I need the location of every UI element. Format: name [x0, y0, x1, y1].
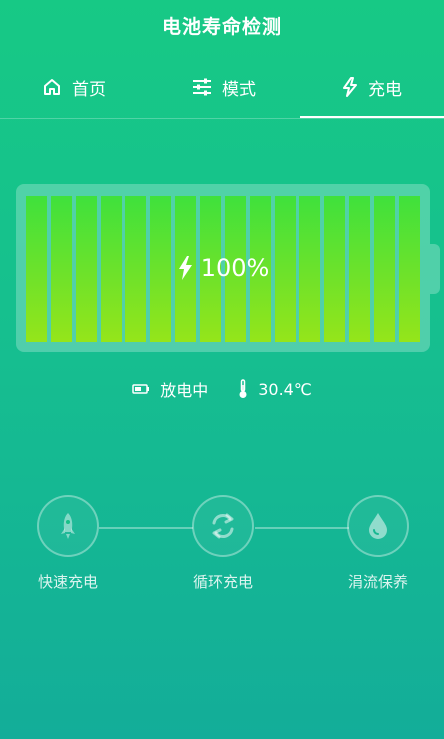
cycle-icon — [212, 513, 234, 539]
temperature: 30.4℃ — [238, 379, 312, 399]
tab-charge-label: 充电 — [368, 79, 402, 100]
tab-home-label: 首页 — [72, 79, 106, 100]
home-icon — [44, 79, 60, 95]
mode-cycle-charge-label: 循环充电 — [192, 573, 253, 591]
lightning-icon — [178, 256, 192, 280]
lightning-icon — [343, 77, 357, 97]
battery-cap — [430, 244, 440, 294]
tab-mode[interactable]: 模式 — [148, 58, 300, 116]
charge-state-text: 放电中 — [160, 381, 209, 400]
mode-trickle-care-circle[interactable] — [347, 495, 409, 557]
mode-cycle-charge[interactable]: 循环充电 — [173, 495, 273, 592]
active-tab-indicator — [300, 116, 444, 118]
battery-level-text: 100% — [200, 254, 270, 282]
battery-icon — [132, 384, 150, 394]
droplet-icon — [369, 513, 387, 539]
tab-bar: 首页 模式 充电 — [0, 58, 444, 119]
mode-fast-charge-circle[interactable] — [37, 495, 99, 557]
title-bar: 电池寿命检测 — [0, 0, 444, 50]
temperature-text: 30.4℃ — [258, 379, 312, 399]
sliders-icon — [193, 78, 211, 96]
mode-cycle-charge-circle[interactable] — [192, 495, 254, 557]
mode-fast-charge[interactable]: 快速充电 — [18, 495, 118, 592]
status-row: 放电中 30.4℃ — [0, 372, 444, 406]
thermometer-icon — [239, 379, 247, 398]
app-title: 电池寿命检测 — [161, 15, 282, 38]
mode-trickle-care[interactable]: 涓流保养 — [328, 495, 428, 592]
tab-mode-label: 模式 — [222, 79, 256, 100]
tab-home[interactable]: 首页 — [0, 58, 148, 116]
rocket-icon — [61, 513, 75, 539]
mode-fast-charge-label: 快速充电 — [37, 573, 98, 591]
tab-charge[interactable]: 充电 — [300, 58, 444, 116]
battery-level: 100% — [16, 184, 430, 352]
mode-trickle-care-label: 涓流保养 — [347, 573, 408, 591]
charge-state: 放电中 — [132, 377, 208, 401]
